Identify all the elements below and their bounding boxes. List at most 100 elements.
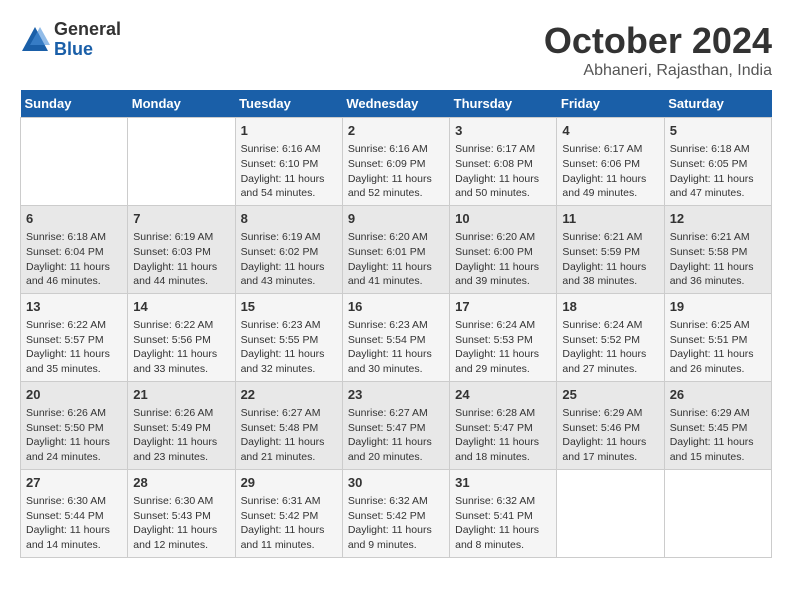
calendar-cell: 8 Sunrise: 6:19 AM Sunset: 6:02 PM Daylig… [235,205,342,293]
day-info: Sunrise: 6:23 AM Sunset: 5:54 PM Dayligh… [348,318,444,377]
calendar-cell: 18Sunrise: 6:24 AM Sunset: 5:52 PM Dayli… [557,293,664,381]
day-info: Sunrise: 6:19 AM Sunset: 6:02 PM Dayligh… [241,230,337,289]
day-number: 28 [133,474,229,492]
calendar-cell [664,469,771,557]
day-number: 27 [26,474,122,492]
day-number: 18 [562,298,658,316]
day-info: Sunrise: 6:16 AM Sunset: 6:10 PM Dayligh… [241,142,337,201]
title-area: October 2024 Abhaneri, Rajasthan, India [544,20,772,80]
day-info: Sunrise: 6:28 AM Sunset: 5:47 PM Dayligh… [455,406,551,465]
day-info: Sunrise: 6:24 AM Sunset: 5:53 PM Dayligh… [455,318,551,377]
calendar-subtitle: Abhaneri, Rajasthan, India [544,62,772,80]
weekday-header-sunday: Sunday [21,90,128,118]
weekday-header-tuesday: Tuesday [235,90,342,118]
calendar-cell: 1 Sunrise: 6:16 AM Sunset: 6:10 PM Daylig… [235,118,342,206]
day-info: Sunrise: 6:18 AM Sunset: 6:04 PM Dayligh… [26,230,122,289]
day-info: Sunrise: 6:32 AM Sunset: 5:41 PM Dayligh… [455,494,551,553]
calendar-cell: 3 Sunrise: 6:17 AM Sunset: 6:08 PM Daylig… [450,118,557,206]
day-number: 26 [670,386,766,404]
day-info: Sunrise: 6:27 AM Sunset: 5:47 PM Dayligh… [348,406,444,465]
day-number: 12 [670,210,766,228]
day-info: Sunrise: 6:21 AM Sunset: 5:59 PM Dayligh… [562,230,658,289]
day-number: 24 [455,386,551,404]
weekday-header-monday: Monday [128,90,235,118]
day-number: 19 [670,298,766,316]
calendar-week-4: 20 Sunrise: 6:26 AM Sunset: 5:50 PM Dayli… [21,381,772,469]
calendar-cell: 5Sunrise: 6:18 AM Sunset: 6:05 PM Daylig… [664,118,771,206]
day-number: 29 [241,474,337,492]
calendar-cell: 11 Sunrise: 6:21 AM Sunset: 5:59 PM Dayli… [557,205,664,293]
calendar-cell: 10 Sunrise: 6:20 AM Sunset: 6:00 PM Dayli… [450,205,557,293]
day-number: 31 [455,474,551,492]
day-number: 2 [348,122,444,140]
calendar-cell: 31 Sunrise: 6:32 AM Sunset: 5:41 PM Dayli… [450,469,557,557]
day-number: 15 [241,298,337,316]
calendar-cell [128,118,235,206]
weekday-header-thursday: Thursday [450,90,557,118]
day-number: 8 [241,210,337,228]
day-info: Sunrise: 6:32 AM Sunset: 5:42 PM Dayligh… [348,494,444,553]
calendar-week-2: 6Sunrise: 6:18 AM Sunset: 6:04 PM Daylig… [21,205,772,293]
day-info: Sunrise: 6:27 AM Sunset: 5:48 PM Dayligh… [241,406,337,465]
day-info: Sunrise: 6:16 AM Sunset: 6:09 PM Dayligh… [348,142,444,201]
day-number: 10 [455,210,551,228]
weekday-row: SundayMondayTuesdayWednesdayThursdayFrid… [21,90,772,118]
day-number: 1 [241,122,337,140]
logo-icon [20,25,50,55]
calendar-cell: 6Sunrise: 6:18 AM Sunset: 6:04 PM Daylig… [21,205,128,293]
calendar-week-3: 13Sunrise: 6:22 AM Sunset: 5:57 PM Dayli… [21,293,772,381]
calendar-title: October 2024 [544,20,772,62]
calendar-cell: 7Sunrise: 6:19 AM Sunset: 6:03 PM Daylig… [128,205,235,293]
calendar-cell: 17Sunrise: 6:24 AM Sunset: 5:53 PM Dayli… [450,293,557,381]
day-info: Sunrise: 6:29 AM Sunset: 5:46 PM Dayligh… [562,406,658,465]
day-info: Sunrise: 6:21 AM Sunset: 5:58 PM Dayligh… [670,230,766,289]
day-number: 9 [348,210,444,228]
day-info: Sunrise: 6:26 AM Sunset: 5:49 PM Dayligh… [133,406,229,465]
day-info: Sunrise: 6:17 AM Sunset: 6:08 PM Dayligh… [455,142,551,201]
calendar-cell: 12 Sunrise: 6:21 AM Sunset: 5:58 PM Dayli… [664,205,771,293]
day-number: 4 [562,122,658,140]
day-number: 16 [348,298,444,316]
day-info: Sunrise: 6:31 AM Sunset: 5:42 PM Dayligh… [241,494,337,553]
day-number: 7 [133,210,229,228]
day-number: 30 [348,474,444,492]
weekday-header-friday: Friday [557,90,664,118]
day-info: Sunrise: 6:26 AM Sunset: 5:50 PM Dayligh… [26,406,122,465]
calendar-cell: 19Sunrise: 6:25 AM Sunset: 5:51 PM Dayli… [664,293,771,381]
calendar-body: 1 Sunrise: 6:16 AM Sunset: 6:10 PM Daylig… [21,118,772,558]
calendar-cell: 27 Sunrise: 6:30 AM Sunset: 5:44 PM Dayli… [21,469,128,557]
calendar-table: SundayMondayTuesdayWednesdayThursdayFrid… [20,90,772,558]
calendar-cell: 15Sunrise: 6:23 AM Sunset: 5:55 PM Dayli… [235,293,342,381]
header: General Blue October 2024 Abhaneri, Raja… [20,20,772,80]
day-info: Sunrise: 6:17 AM Sunset: 6:06 PM Dayligh… [562,142,658,201]
calendar-cell: 9 Sunrise: 6:20 AM Sunset: 6:01 PM Daylig… [342,205,449,293]
calendar-cell: 16 Sunrise: 6:23 AM Sunset: 5:54 PM Dayli… [342,293,449,381]
day-number: 14 [133,298,229,316]
day-number: 22 [241,386,337,404]
calendar-cell [21,118,128,206]
day-number: 13 [26,298,122,316]
day-number: 21 [133,386,229,404]
calendar-cell [557,469,664,557]
calendar-cell: 24 Sunrise: 6:28 AM Sunset: 5:47 PM Dayli… [450,381,557,469]
calendar-cell: 23 Sunrise: 6:27 AM Sunset: 5:47 PM Dayli… [342,381,449,469]
day-number: 3 [455,122,551,140]
calendar-cell: 22 Sunrise: 6:27 AM Sunset: 5:48 PM Dayli… [235,381,342,469]
day-number: 23 [348,386,444,404]
day-info: Sunrise: 6:20 AM Sunset: 6:00 PM Dayligh… [455,230,551,289]
day-number: 20 [26,386,122,404]
day-info: Sunrise: 6:29 AM Sunset: 5:45 PM Dayligh… [670,406,766,465]
weekday-header-saturday: Saturday [664,90,771,118]
day-info: Sunrise: 6:20 AM Sunset: 6:01 PM Dayligh… [348,230,444,289]
logo-general-text: General [54,19,121,39]
calendar-cell: 29 Sunrise: 6:31 AM Sunset: 5:42 PM Dayli… [235,469,342,557]
day-number: 11 [562,210,658,228]
calendar-cell: 25Sunrise: 6:29 AM Sunset: 5:46 PM Dayli… [557,381,664,469]
calendar-cell: 20 Sunrise: 6:26 AM Sunset: 5:50 PM Dayli… [21,381,128,469]
day-info: Sunrise: 6:18 AM Sunset: 6:05 PM Dayligh… [670,142,766,201]
calendar-header: SundayMondayTuesdayWednesdayThursdayFrid… [21,90,772,118]
calendar-week-1: 1 Sunrise: 6:16 AM Sunset: 6:10 PM Daylig… [21,118,772,206]
logo: General Blue [20,20,121,60]
calendar-cell: 13Sunrise: 6:22 AM Sunset: 5:57 PM Dayli… [21,293,128,381]
day-info: Sunrise: 6:30 AM Sunset: 5:44 PM Dayligh… [26,494,122,553]
